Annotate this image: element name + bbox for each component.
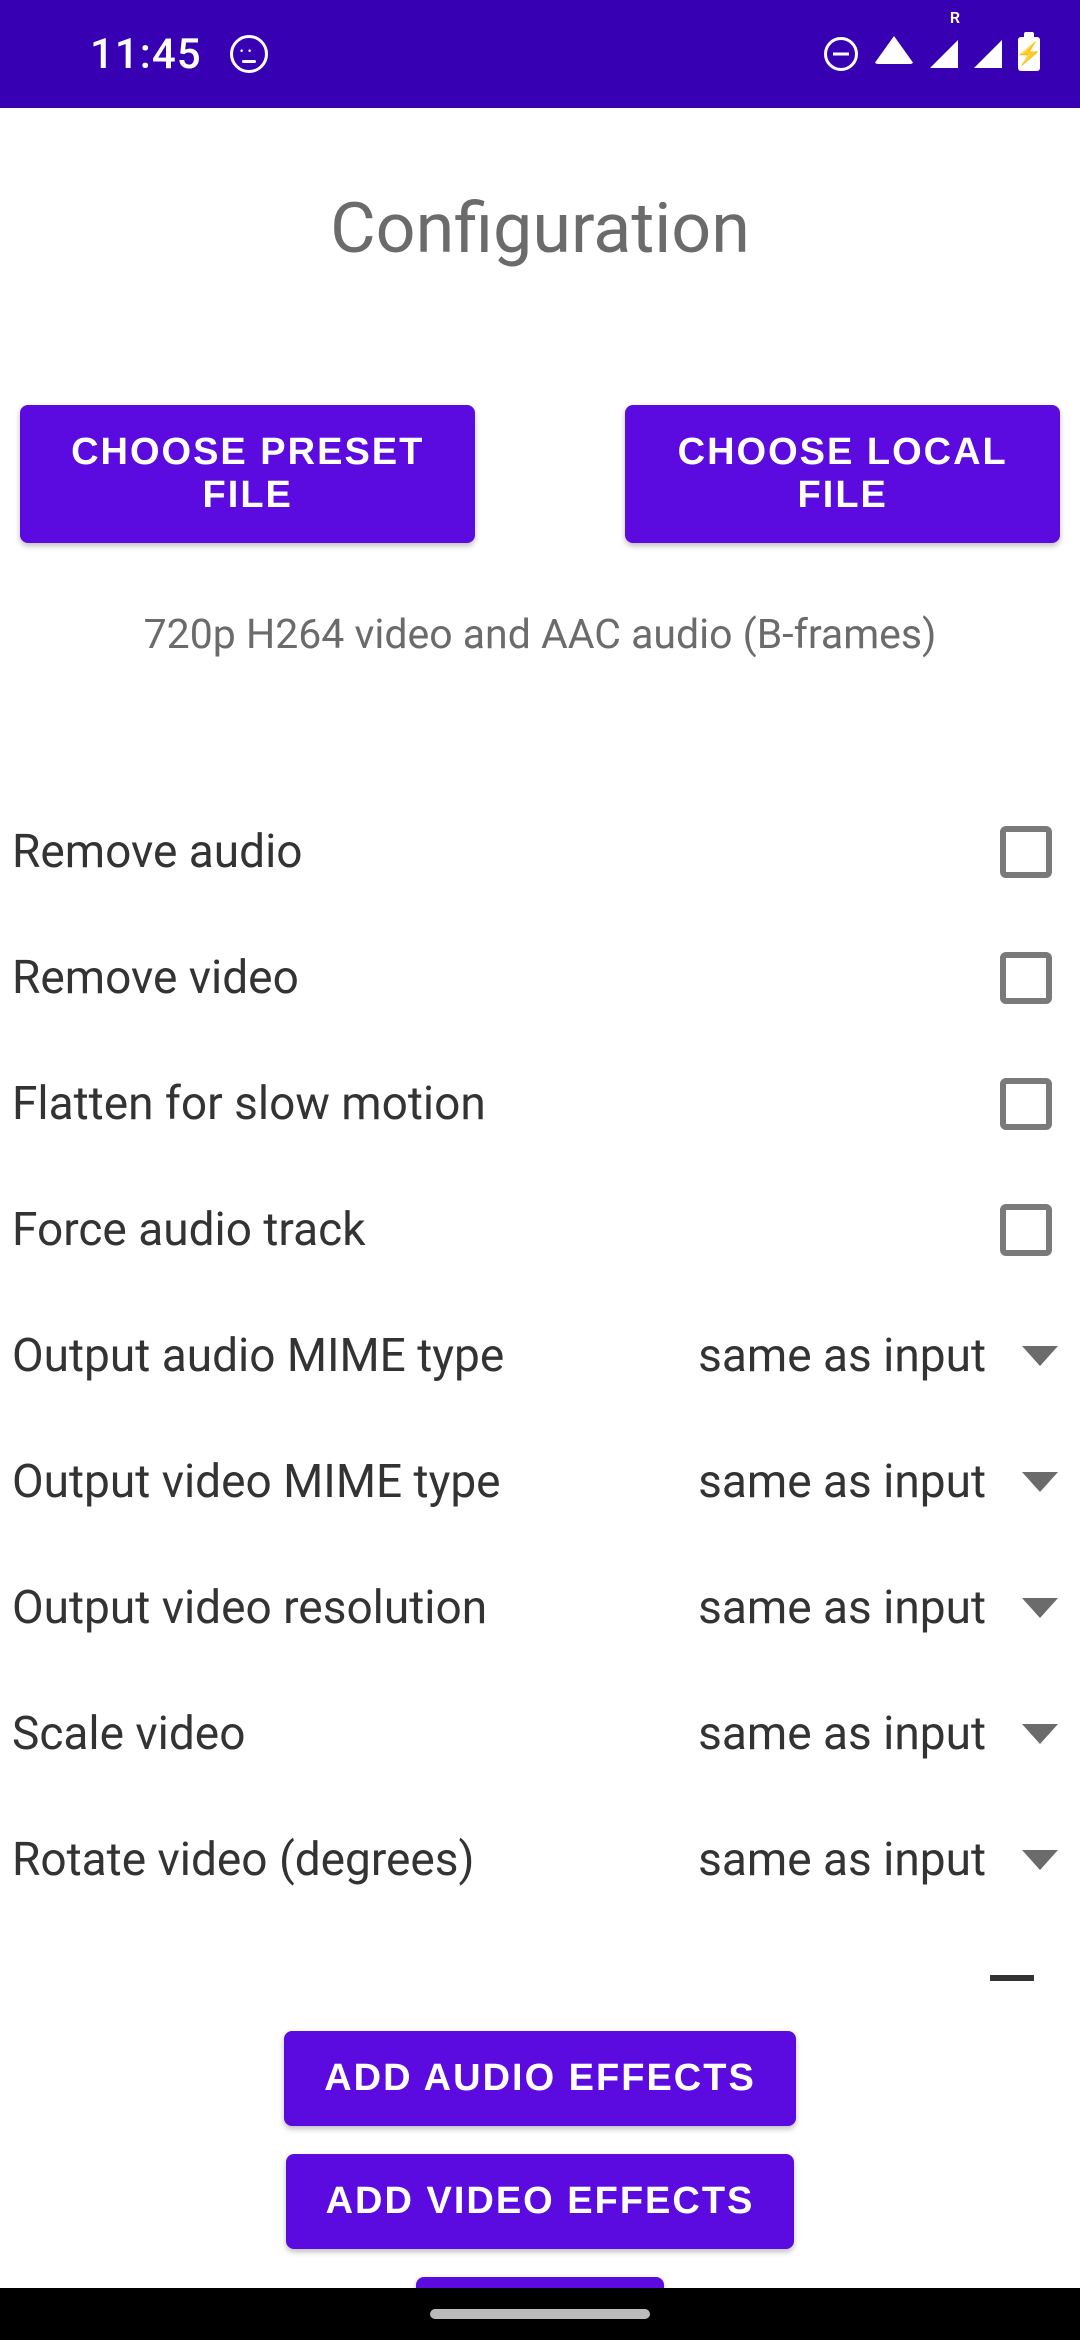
output-audio-mime-label: Output audio MIME type bbox=[12, 1329, 504, 1383]
wifi-icon bbox=[874, 36, 914, 64]
signal-icon: R bbox=[930, 40, 958, 68]
scale-video-select[interactable]: same as input bbox=[698, 1707, 1058, 1761]
add-audio-effects-button[interactable]: ADD AUDIO EFFECTS bbox=[284, 2031, 796, 2126]
chevron-down-icon bbox=[1022, 1346, 1058, 1366]
output-audio-mime-value: same as input bbox=[698, 1329, 986, 1383]
rotate-video-row[interactable]: Rotate video (degrees) same as input bbox=[12, 1797, 1068, 1923]
options-list: Remove audio Remove video Flatten for sl… bbox=[0, 789, 1080, 2003]
chevron-down-icon bbox=[1022, 1850, 1058, 1870]
scale-video-label: Scale video bbox=[12, 1707, 245, 1761]
output-audio-mime-select[interactable]: same as input bbox=[698, 1329, 1058, 1383]
output-video-mime-label: Output video MIME type bbox=[12, 1455, 501, 1509]
status-left: 11:45 bbox=[90, 30, 268, 79]
file-buttons-row: CHOOSE PRESET FILE CHOOSE LOCAL FILE bbox=[0, 405, 1080, 543]
partial-row bbox=[12, 1953, 1068, 2003]
choose-preset-file-button[interactable]: CHOOSE PRESET FILE bbox=[20, 405, 475, 543]
output-video-mime-value: same as input bbox=[698, 1455, 986, 1509]
add-video-effects-button[interactable]: ADD VIDEO EFFECTS bbox=[286, 2154, 795, 2249]
flatten-slow-motion-label: Flatten for slow motion bbox=[12, 1077, 486, 1131]
chevron-down-icon bbox=[1022, 1472, 1058, 1492]
remove-audio-checkbox[interactable] bbox=[1000, 826, 1052, 878]
output-video-resolution-select[interactable]: same as input bbox=[698, 1581, 1058, 1635]
force-audio-track-row[interactable]: Force audio track bbox=[12, 1167, 1068, 1293]
signal-badge: R bbox=[950, 8, 960, 27]
scale-video-row[interactable]: Scale video same as input bbox=[12, 1671, 1068, 1797]
flatten-slow-motion-checkbox[interactable] bbox=[1000, 1078, 1052, 1130]
remove-video-label: Remove video bbox=[12, 951, 299, 1005]
rotate-video-value: same as input bbox=[698, 1833, 986, 1887]
battery-bolt-icon: ⚡ bbox=[1015, 42, 1042, 67]
status-bar: 11:45 R ⚡ bbox=[0, 0, 1080, 108]
effect-buttons: ADD AUDIO EFFECTS ADD VIDEO EFFECTS EXPO… bbox=[0, 2031, 1080, 2288]
page-title: Configuration bbox=[0, 188, 1080, 270]
remove-audio-row[interactable]: Remove audio bbox=[12, 789, 1068, 915]
output-video-resolution-row[interactable]: Output video resolution same as input bbox=[12, 1545, 1068, 1671]
selected-file-description: 720p H264 video and AAC audio (B-frames) bbox=[0, 611, 1080, 659]
nav-pill[interactable] bbox=[430, 2309, 650, 2319]
remove-video-row[interactable]: Remove video bbox=[12, 915, 1068, 1041]
rotate-video-label: Rotate video (degrees) bbox=[12, 1833, 475, 1887]
chevron-down-icon bbox=[1022, 1724, 1058, 1744]
remove-video-checkbox[interactable] bbox=[1000, 952, 1052, 1004]
rotate-video-select[interactable]: same as input bbox=[698, 1833, 1058, 1887]
chevron-down-icon bbox=[1022, 1598, 1058, 1618]
output-video-resolution-value: same as input bbox=[698, 1581, 986, 1635]
status-time: 11:45 bbox=[90, 30, 202, 79]
remove-audio-label: Remove audio bbox=[12, 825, 303, 879]
export-button[interactable]: EXPORT bbox=[416, 2277, 664, 2288]
output-video-mime-row[interactable]: Output video MIME type same as input bbox=[12, 1419, 1068, 1545]
output-audio-mime-row[interactable]: Output audio MIME type same as input bbox=[12, 1293, 1068, 1419]
output-video-mime-select[interactable]: same as input bbox=[698, 1455, 1058, 1509]
minus-icon bbox=[990, 1975, 1034, 1981]
signal-icon-2 bbox=[974, 40, 1002, 68]
force-audio-track-checkbox[interactable] bbox=[1000, 1204, 1052, 1256]
status-right: R ⚡ bbox=[824, 37, 1040, 71]
choose-local-file-button[interactable]: CHOOSE LOCAL FILE bbox=[625, 405, 1060, 543]
output-video-resolution-label: Output video resolution bbox=[12, 1581, 487, 1635]
navigation-bar bbox=[0, 2288, 1080, 2340]
flatten-slow-motion-row[interactable]: Flatten for slow motion bbox=[12, 1041, 1068, 1167]
app-content: Configuration CHOOSE PRESET FILE CHOOSE … bbox=[0, 108, 1080, 2288]
scale-video-value: same as input bbox=[698, 1707, 986, 1761]
face-icon bbox=[230, 35, 268, 73]
dnd-icon bbox=[824, 37, 858, 71]
battery-icon: ⚡ bbox=[1018, 37, 1040, 71]
force-audio-track-label: Force audio track bbox=[12, 1203, 366, 1257]
